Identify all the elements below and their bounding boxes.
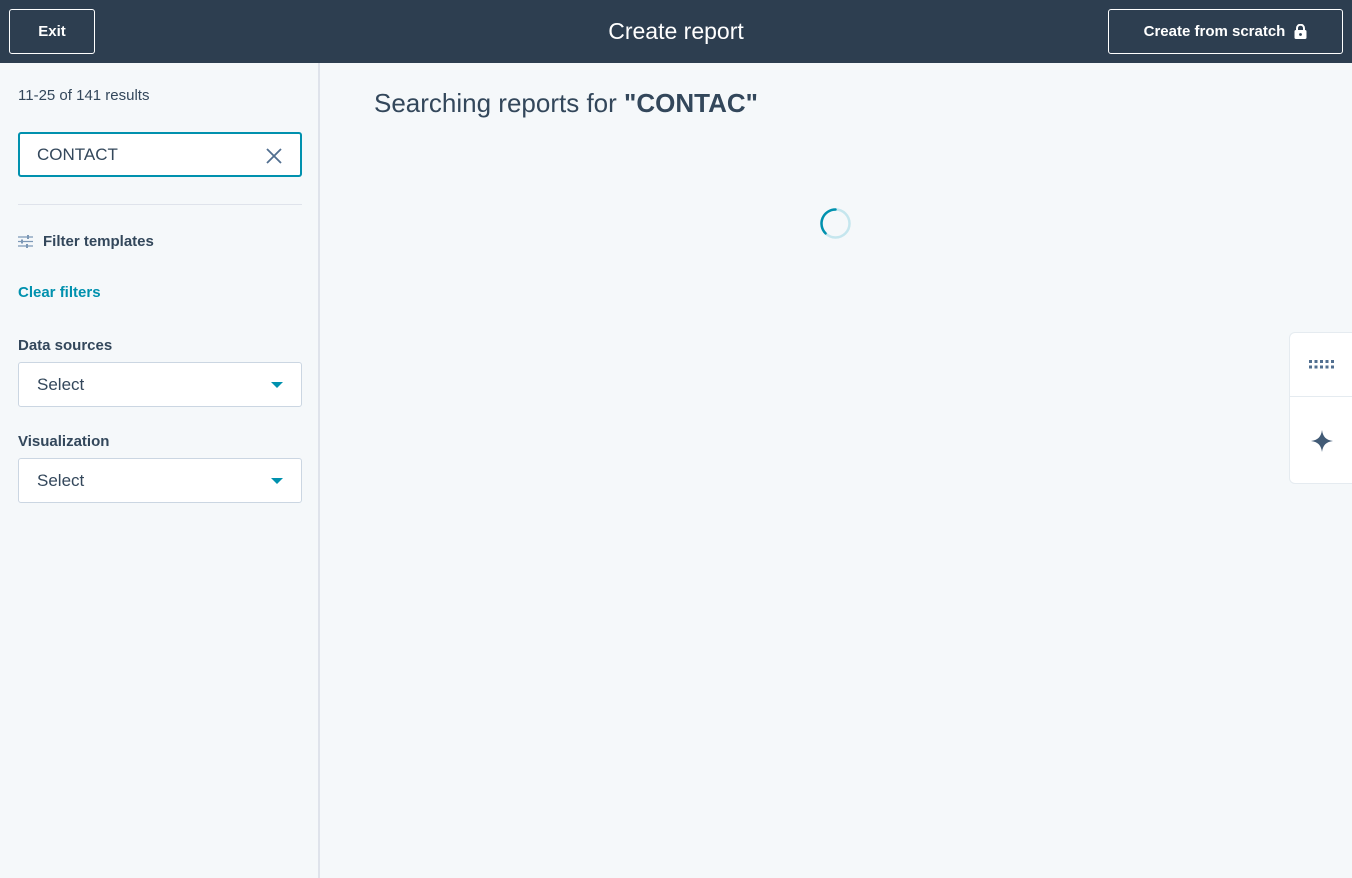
ai-assistant-button[interactable]	[1290, 397, 1352, 485]
search-results-heading: Searching reports for "CONTAC"	[374, 88, 758, 119]
top-nav-bar: Exit Create report Create from scratch	[0, 0, 1352, 63]
search-field[interactable]	[18, 132, 302, 177]
clear-filters-link[interactable]: Clear filters	[18, 284, 101, 301]
apps-grid-icon	[1309, 360, 1334, 369]
create-from-scratch-label: Create from scratch	[1143, 23, 1286, 40]
exit-button[interactable]: Exit	[9, 9, 95, 54]
data-sources-label: Data sources	[18, 337, 113, 354]
create-from-scratch-button[interactable]: Create from scratch	[1108, 9, 1343, 54]
data-sources-selected: Select	[37, 375, 85, 394]
close-icon[interactable]	[265, 147, 283, 165]
visualization-selected: Select	[37, 471, 85, 490]
side-tools-panel	[1289, 332, 1352, 484]
heading-query: "CONTAC"	[624, 88, 758, 118]
data-sources-select[interactable]: Select	[18, 362, 302, 407]
filter-templates-label: Filter templates	[43, 233, 154, 250]
sparkle-icon	[1310, 430, 1333, 452]
filter-templates-heading: Filter templates	[18, 233, 154, 250]
heading-prefix: Searching reports for	[374, 88, 625, 118]
lock-icon	[1294, 24, 1307, 39]
loading-spinner-icon	[820, 208, 851, 239]
results-count: 11-25 of 141 results	[18, 87, 150, 104]
caret-down-icon	[271, 478, 283, 484]
sliders-icon	[18, 235, 33, 248]
visualization-label: Visualization	[18, 433, 110, 450]
visualization-select[interactable]: Select	[18, 458, 302, 503]
filter-sidebar: 11-25 of 141 results Filter templates Cl…	[0, 63, 320, 878]
apps-grid-button[interactable]	[1290, 333, 1352, 396]
caret-down-icon	[271, 382, 283, 388]
search-input[interactable]	[37, 143, 257, 167]
divider	[18, 204, 302, 205]
